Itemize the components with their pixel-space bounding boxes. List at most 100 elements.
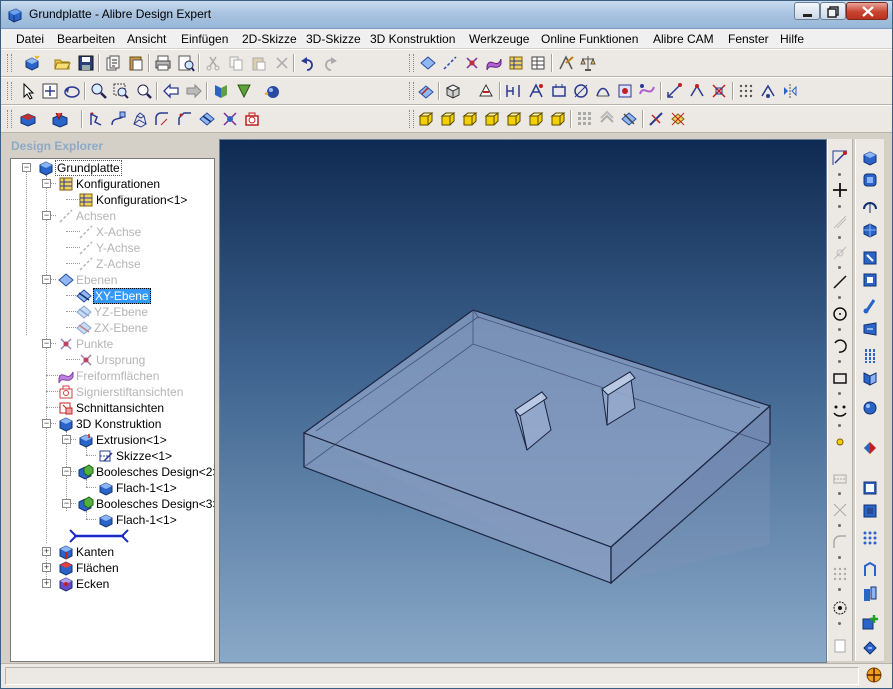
tree-node-kanten[interactable]: + Kanten [42, 544, 212, 560]
table-icon[interactable] [529, 54, 547, 72]
menu-werkzeuge[interactable]: Werkzeuge [469, 32, 529, 46]
copy-icon[interactable] [227, 54, 245, 72]
axis-icon[interactable] [441, 54, 459, 72]
feature-sphere-icon[interactable] [861, 399, 879, 417]
maximize-button[interactable] [820, 2, 846, 20]
line-icon[interactable] [831, 273, 849, 291]
menu-fenster[interactable]: Fenster [728, 32, 769, 46]
tree-node-z-achse[interactable]: Z-Achse [78, 256, 212, 272]
tree-node-x-achse[interactable]: X-Achse [78, 224, 212, 240]
model-render[interactable] [220, 140, 826, 662]
fillet-icon[interactable] [153, 110, 171, 128]
feature-draft-icon[interactable] [861, 320, 879, 338]
feature-box-icon[interactable] [861, 479, 879, 497]
toolbar-grip[interactable] [7, 82, 12, 100]
plane-icon[interactable] [419, 54, 437, 72]
menu-hilfe[interactable]: Hilfe [780, 32, 804, 46]
configuration-icon[interactable] [507, 54, 525, 72]
revolve-icon[interactable] [87, 110, 105, 128]
render-icon[interactable] [263, 82, 281, 100]
menu-alibre-cam[interactable]: Alibre CAM [653, 32, 714, 46]
collapse-icon[interactable]: − [62, 467, 71, 476]
boolean-icon[interactable] [221, 110, 239, 128]
zoom-fit-icon[interactable] [135, 82, 153, 100]
constraint-5-icon[interactable] [594, 82, 612, 100]
toolbar-grip[interactable] [409, 54, 414, 72]
paste-icon[interactable] [250, 54, 268, 72]
collapse-icon[interactable]: − [42, 275, 51, 284]
construction-line-icon[interactable] [831, 213, 849, 231]
reference-icon[interactable] [831, 244, 849, 262]
tree-node-flaechen[interactable]: + Flächen [42, 560, 212, 576]
tree-node-extrusion-1[interactable]: − Extrusion<1> [62, 432, 212, 448]
loft-icon[interactable] [131, 110, 149, 128]
feature-revolve-icon[interactable] [861, 171, 879, 189]
pattern-icon[interactable] [576, 110, 594, 128]
feature-loft-icon[interactable] [861, 221, 879, 239]
feature-cut-box-icon[interactable] [861, 502, 879, 520]
compass-icon[interactable] [865, 666, 883, 684]
minimize-button[interactable] [794, 2, 820, 20]
dimension-2-icon[interactable] [688, 82, 706, 100]
feature-extrude-icon[interactable] [861, 149, 879, 167]
toolbar-grip[interactable] [409, 82, 414, 100]
tree-node-boolesches-design-2[interactable]: − Boolesches Design<2> [62, 464, 214, 480]
cube-view-1-icon[interactable] [417, 110, 435, 128]
3d-viewport[interactable] [219, 139, 827, 663]
measure-icon[interactable] [557, 54, 575, 72]
previous-view-icon[interactable] [162, 82, 180, 100]
sketch-document-icon[interactable] [831, 637, 849, 655]
tree-node-konfiguration-1[interactable]: Konfiguration<1> [78, 192, 212, 208]
feature-shell-icon[interactable] [861, 271, 879, 289]
menu-bearbeiten[interactable]: Bearbeiten [57, 32, 115, 46]
sketch-fillet-icon[interactable] [831, 533, 849, 551]
zoom-window-icon[interactable] [112, 82, 130, 100]
tree-node-grundplatte[interactable]: − Grundplatte [22, 160, 212, 176]
cut-icon[interactable] [204, 54, 222, 72]
expand-icon[interactable]: + [42, 579, 51, 588]
sketch-point-icon[interactable] [831, 433, 849, 451]
menu-ansicht[interactable]: Ansicht [127, 32, 166, 46]
toolbar-grip[interactable] [409, 110, 414, 128]
cube-view-7-icon[interactable] [549, 110, 567, 128]
surface-icon[interactable] [485, 54, 503, 72]
grid-icon[interactable] [737, 82, 755, 100]
collapse-icon[interactable]: − [62, 435, 71, 444]
sweep-icon[interactable] [109, 110, 127, 128]
draft-icon[interactable] [647, 110, 665, 128]
feature-sweep-icon[interactable] [861, 197, 879, 215]
display-mode-icon[interactable] [477, 82, 495, 100]
constraint-7-icon[interactable] [638, 82, 656, 100]
sketch-pattern-icon[interactable] [831, 565, 849, 583]
tree-node-boolesches-design-3[interactable]: − Boolesches Design<3> [62, 496, 214, 512]
sketch-edit-icon[interactable] [831, 149, 849, 167]
split-icon[interactable] [620, 110, 638, 128]
circle-icon[interactable] [831, 305, 849, 323]
tree-node-achsen[interactable]: − Achsen [42, 208, 212, 224]
menu-3d-skizze[interactable]: 3D-Skizze [306, 32, 361, 46]
normal-to-plane-icon[interactable] [235, 82, 253, 100]
collapse-icon[interactable]: − [42, 339, 51, 348]
pan-icon[interactable] [41, 82, 59, 100]
chamfer-icon[interactable] [176, 110, 194, 128]
open-folder-icon[interactable] [53, 54, 71, 72]
dimension-3-icon[interactable] [710, 82, 728, 100]
select-arrow-icon[interactable] [19, 82, 37, 100]
constraint-3-icon[interactable] [550, 82, 568, 100]
expand-icon[interactable]: + [42, 547, 51, 556]
constraint-4-icon[interactable] [572, 82, 590, 100]
feature-sheet-icon[interactable] [861, 585, 879, 603]
constraint-6-icon[interactable] [616, 82, 634, 100]
menu-datei[interactable]: Datei [16, 32, 44, 46]
polygon-icon[interactable] [831, 401, 849, 419]
tree-node-punkte[interactable]: − Punkte [42, 336, 212, 352]
tree-node-ebenen[interactable]: − Ebenen [42, 272, 212, 288]
section-view-icon[interactable] [243, 110, 261, 128]
feature-hole-icon[interactable] [861, 249, 879, 267]
expand-icon[interactable]: + [42, 563, 51, 572]
tree-node-ecken[interactable]: + Ecken [42, 576, 212, 592]
new-document-icon[interactable] [23, 54, 41, 72]
extrude-icon[interactable] [19, 110, 37, 128]
scale-icon[interactable] [598, 110, 616, 128]
feature-split-icon[interactable] [861, 439, 879, 457]
